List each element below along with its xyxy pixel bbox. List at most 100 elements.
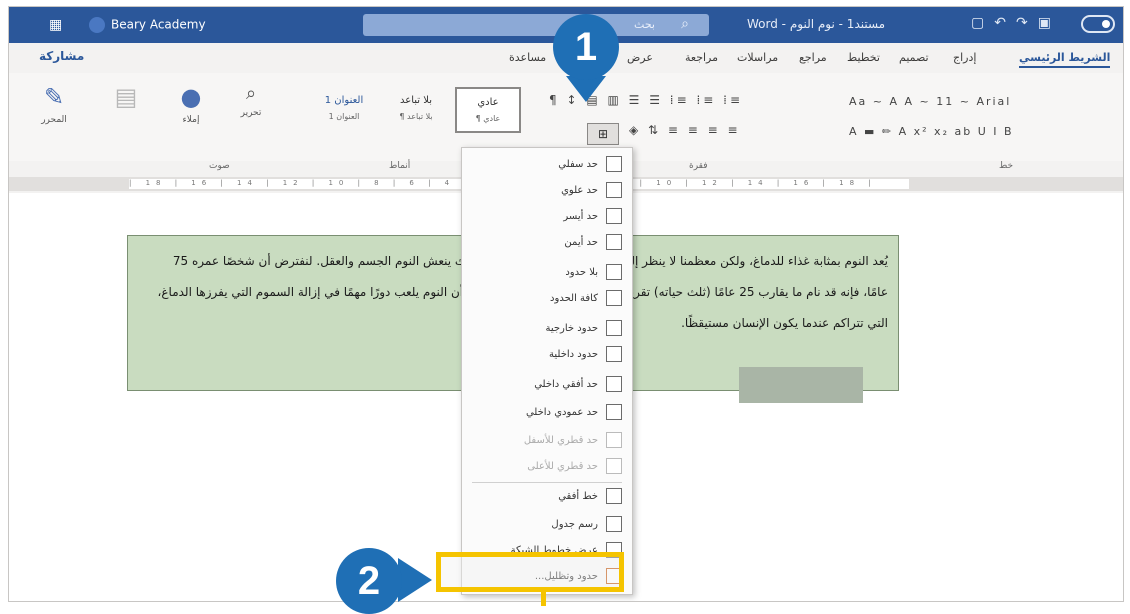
menu-item-inside-vertical[interactable]: حد عمودي داخلي <box>472 404 622 428</box>
highlight-stem <box>541 592 546 606</box>
paragraph-row-2[interactable]: ◈ ⇅ ≡ ≡ ≡ ≡ <box>629 123 741 137</box>
menu-item-label: حد قطري للأسفل <box>523 435 598 446</box>
menu-item-label: حدود خارجية <box>545 323 598 334</box>
tab-view[interactable]: عرض <box>627 51 653 64</box>
autosave-toggle[interactable] <box>1081 15 1115 33</box>
all-borders-icon <box>606 290 622 306</box>
style-no-spacing-name: بلا تباعد <box>400 95 432 106</box>
style-normal-sub: ¶ عادي <box>475 114 501 123</box>
menu-item-draw-table[interactable]: رسم جدول <box>472 516 622 540</box>
menu-item-bottom-border[interactable]: حد سفلي <box>472 156 622 180</box>
group-font-label: خط <box>999 161 1014 171</box>
editor-label: المحرر <box>41 115 67 125</box>
menu-item-no-border[interactable]: بلا حدود <box>472 264 622 288</box>
menu-item-label: حدود داخلية <box>549 349 598 360</box>
menu-item-diagonal-down: حد قطري للأسفل <box>472 432 622 456</box>
inside-borders-icon <box>606 346 622 362</box>
menu-item-label: رسم جدول <box>551 519 598 530</box>
style-normal[interactable]: عادي ¶ عادي <box>455 87 521 133</box>
font-format-row[interactable]: A ▬ ✏ A x² x₂ ab U I B <box>849 125 1014 138</box>
find-button[interactable]: ⌕ تحرير <box>231 83 271 118</box>
menu-item-label: حد أفقي داخلي <box>534 379 598 390</box>
highlight-borders-shading <box>436 552 624 592</box>
tab-design[interactable]: تصميم <box>899 51 929 64</box>
group-voice-label: صوت <box>209 161 230 171</box>
brand-logo-icon <box>89 17 105 33</box>
menu-item-outside-borders[interactable]: حدود خارجية <box>472 320 622 344</box>
menu-item-label: حد أيسر <box>563 211 598 222</box>
menu-item-label: خط أفقي <box>558 491 598 502</box>
tab-references[interactable]: مراجع <box>799 51 827 64</box>
step-2-badge: 2 <box>336 548 402 614</box>
style-normal-name: عادي <box>477 97 499 108</box>
document-title: Word - مستند1 - نوم النوم <box>747 17 886 31</box>
save-icon[interactable]: ▢ <box>971 15 994 31</box>
search-icon: ⌕ <box>245 83 257 104</box>
editor-button[interactable]: ✎ المحرر <box>29 83 79 125</box>
menu-item-label: بلا حدود <box>565 267 598 278</box>
share-button[interactable]: مشاركة <box>39 49 84 63</box>
redo-icon[interactable]: ↷ <box>1016 15 1038 31</box>
menu-item-left-border[interactable]: حد أيسر <box>472 208 622 232</box>
microphone-icon: ● <box>180 83 202 111</box>
menu-item-label: حد عمودي داخلي <box>525 407 598 418</box>
layout-icon[interactable]: ▣ <box>1038 15 1061 31</box>
style-heading1-name: العنوان 1 <box>324 95 364 106</box>
borders-dropdown-button[interactable]: ⊞ <box>587 123 619 145</box>
left-border-icon <box>606 208 622 224</box>
menu-item-label: حد سفلي <box>558 159 598 170</box>
menu-item-inside-horizontal[interactable]: حد أفقي داخلي <box>472 376 622 400</box>
editor-icon: ✎ <box>43 83 65 111</box>
dictate-label: إملاء <box>182 115 200 125</box>
tab-review[interactable]: مراجعة <box>685 51 718 64</box>
app-launcher-icon[interactable]: ▦ <box>49 17 62 33</box>
tab-help[interactable]: مساعدة <box>509 51 546 64</box>
style-heading1-sub: العنوان 1 <box>328 112 360 121</box>
menu-item-label: حد أيمن <box>564 237 598 248</box>
menu-item-label: حد قطري للأعلى <box>527 461 598 472</box>
diagonal-down-border-icon <box>606 432 622 448</box>
menu-separator <box>472 482 622 483</box>
undo-icon[interactable]: ↶ <box>994 15 1016 31</box>
app-brand: Beary Academy <box>89 17 206 33</box>
tab-mailings[interactable]: مراسلات <box>737 51 778 64</box>
menu-item-horizontal-line[interactable]: خط أفقي <box>472 488 622 512</box>
menu-item-label: كافة الحدود <box>550 293 598 304</box>
reuse-files-button[interactable]: ▤ <box>101 83 151 115</box>
menu-item-top-border[interactable]: حد علوي <box>472 182 622 206</box>
tab-insert[interactable]: إدراج <box>953 51 976 64</box>
step-1-badge: 1 <box>553 14 619 80</box>
menu-item-diagonal-up: حد قطري للأعلى <box>472 458 622 482</box>
tab-home[interactable]: الشريط الرئيسي <box>1019 51 1111 68</box>
brand-label: Beary Academy <box>111 17 206 32</box>
outside-borders-icon <box>606 320 622 336</box>
style-no-spacing[interactable]: بلا تباعد ¶ بلا تباعد <box>383 87 449 133</box>
group-styles-label: أنماط <box>389 161 411 171</box>
search-input[interactable]: بحث ⌕ <box>363 14 709 36</box>
group-paragraph-label: فقرة <box>689 161 708 171</box>
selection-highlight <box>739 367 863 403</box>
borders-menu: حد سفلي حد علوي حد أيسر حد أيمن بلا حدود… <box>461 147 633 595</box>
document-icon: ▤ <box>114 83 138 111</box>
menu-item-all-borders[interactable]: كافة الحدود <box>472 290 622 314</box>
top-border-icon <box>606 182 622 198</box>
dictate-button[interactable]: ● إملاء <box>169 83 213 125</box>
tab-layout[interactable]: تخطيط <box>847 51 880 64</box>
font-row[interactable]: Aa ~ A A ~ 11 ~ Arial <box>849 95 1011 108</box>
style-no-spacing-sub: ¶ بلا تباعد <box>399 112 433 121</box>
bottom-border-icon <box>606 156 622 172</box>
no-border-icon <box>606 264 622 280</box>
search-placeholder: بحث <box>634 18 655 31</box>
titlebar-actions[interactable]: ▢↶↷▣ <box>971 15 1061 31</box>
border-icon: ⊞ <box>597 127 609 141</box>
find-label: تحرير <box>240 108 262 118</box>
menu-item-inside-borders[interactable]: حدود داخلية <box>472 346 622 370</box>
diagonal-up-border-icon <box>606 458 622 474</box>
menu-item-right-border[interactable]: حد أيمن <box>472 234 622 258</box>
callout-2-pointer <box>398 558 432 602</box>
menu-item-label: حد علوي <box>561 185 598 196</box>
style-heading1[interactable]: العنوان 1 العنوان 1 <box>309 87 379 133</box>
search-icon: ⌕ <box>681 16 689 32</box>
right-border-icon <box>606 234 622 250</box>
inside-vertical-border-icon <box>606 404 622 420</box>
